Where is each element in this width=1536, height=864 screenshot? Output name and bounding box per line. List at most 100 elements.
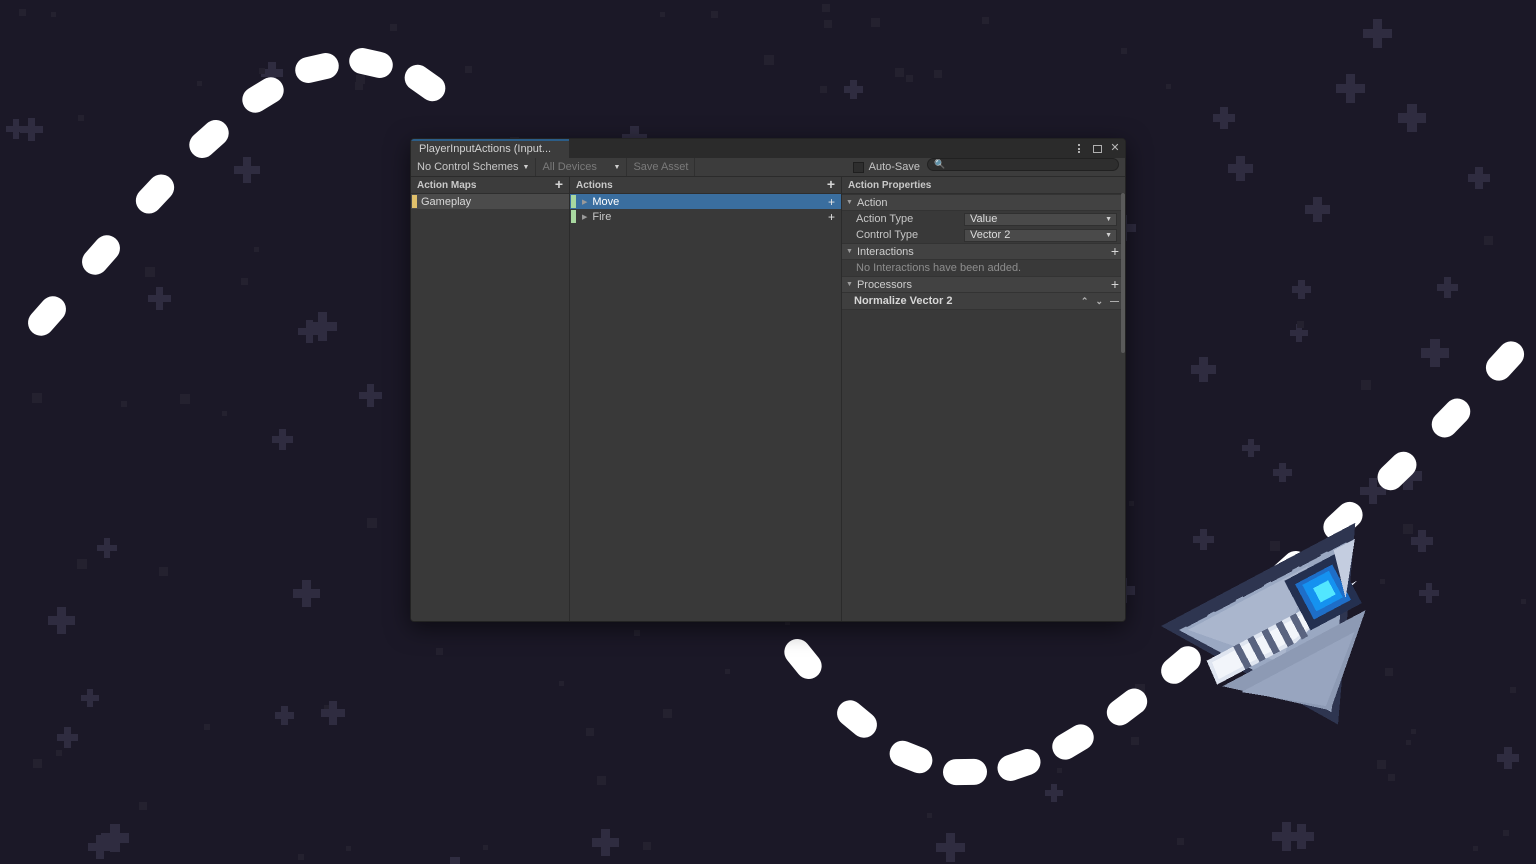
action-properties-title: Action Properties [848, 179, 932, 191]
action-row-fire[interactable]: ▶ Fire + [570, 209, 841, 224]
add-interaction-button[interactable]: + [1111, 244, 1119, 260]
window-menu-button[interactable] [1071, 139, 1087, 158]
trail-dash [1047, 719, 1099, 765]
expand-arrow-icon[interactable]: ▶ [582, 213, 587, 221]
control-schemes-dropdown[interactable]: No Control Schemes ▼ [411, 158, 537, 176]
move-processor-up-button[interactable]: ⌃ [1081, 296, 1089, 306]
star-dot-icon [1121, 48, 1127, 54]
action-row-move[interactable]: ▶ Move + [570, 194, 841, 209]
chevron-down-icon: ▼ [846, 248, 853, 255]
star-dot-icon [663, 709, 672, 718]
window-maximize-button[interactable] [1089, 139, 1105, 158]
chevron-down-icon: ▼ [846, 199, 853, 206]
processor-row-normalize-vector-2[interactable]: Normalize Vector 2 ⌃ ⌄ — [842, 293, 1125, 310]
add-action-button[interactable]: + [827, 177, 835, 193]
expand-arrow-icon[interactable]: ▶ [582, 198, 587, 206]
star-plus-icon [1394, 462, 1422, 490]
move-processor-down-button[interactable]: ⌄ [1095, 296, 1103, 306]
control-type-label: Control Type [856, 229, 919, 241]
trail-dash [292, 50, 342, 86]
auto-save-label: Auto-Save [868, 161, 920, 173]
action-properties-pane: Action Properties ▼ Action Action Type V… [842, 177, 1125, 621]
action-type-dropdown[interactable]: Value ▼ [964, 212, 1117, 226]
trail-dash [831, 695, 883, 744]
star-dot-icon [1135, 684, 1145, 694]
star-dot-icon [934, 70, 942, 78]
add-processor-button[interactable]: + [1111, 277, 1119, 293]
tab-label: PlayerInputActions (Input... [419, 142, 552, 155]
star-dot-icon [822, 4, 830, 12]
interactions-empty-note: No Interactions have been added. [856, 262, 1022, 274]
star-plus-icon [20, 118, 43, 141]
star-dot-icon [1297, 321, 1304, 328]
control-schemes-label: No Control Schemes [417, 161, 519, 173]
toolbar-filler [695, 158, 845, 176]
star-plus-icon [97, 538, 117, 558]
star-plus-icon [1363, 19, 1392, 48]
section-header-interactions[interactable]: ▼ Interactions + [842, 243, 1125, 260]
trail-dash [399, 59, 451, 106]
star-dot-icon [139, 802, 147, 810]
editor-toolbar[interactable]: No Control Schemes ▼ All Devices ▼ Save … [411, 158, 1125, 177]
action-maps-title: Action Maps [417, 179, 477, 191]
action-type-value: Value [970, 213, 998, 225]
star-plus-icon [1228, 156, 1253, 181]
star-plus-icon [1398, 104, 1426, 132]
star-dot-icon [1177, 838, 1184, 845]
save-asset-button[interactable]: Save Asset [627, 158, 696, 176]
auto-save-toggle[interactable]: Auto-Save [846, 158, 927, 176]
star-dot-icon [436, 648, 443, 655]
star-plus-icon [57, 727, 78, 748]
star-dot-icon [259, 68, 265, 74]
star-dot-icon [254, 247, 259, 252]
section-title: Action [856, 196, 888, 209]
star-dot-icon [121, 401, 127, 407]
maximize-icon [1092, 144, 1102, 153]
chevron-down-icon: ▼ [522, 163, 530, 171]
star-dot-icon [1473, 846, 1478, 851]
star-dot-icon [356, 75, 365, 84]
auto-save-checkbox[interactable] [852, 161, 864, 173]
search-icon: 🔍 [934, 159, 946, 169]
unity-input-actions-window[interactable]: PlayerInputActions (Input... ✕ No Contro… [410, 138, 1126, 622]
trail-dash [1480, 335, 1530, 386]
add-binding-button[interactable]: + [828, 211, 835, 223]
star-dot-icon [1057, 768, 1062, 773]
star-plus-icon [275, 706, 294, 725]
close-icon: ✕ [1110, 142, 1120, 154]
trail-dash [346, 45, 396, 81]
star-dot-icon [51, 12, 56, 17]
star-plus-icon [936, 833, 965, 862]
tab-player-input-actions[interactable]: PlayerInputActions (Input... [411, 139, 569, 158]
star-plus-icon [1497, 747, 1519, 769]
window-titlebar[interactable]: PlayerInputActions (Input... ✕ [411, 139, 1125, 158]
kebab-icon [1078, 144, 1080, 153]
screen-root: PlayerInputActions (Input... ✕ No Contro… [0, 0, 1536, 864]
star-dot-icon [1063, 737, 1070, 744]
window-close-button[interactable]: ✕ [1107, 139, 1123, 158]
properties-scrollbar[interactable] [1121, 193, 1125, 353]
search-input[interactable]: 🔍 [927, 158, 1119, 171]
add-action-map-button[interactable]: + [555, 177, 563, 193]
trail-dash [130, 169, 180, 220]
action-map-row-gameplay[interactable]: Gameplay [411, 194, 569, 209]
star-dot-icon [824, 20, 832, 28]
section-header-action[interactable]: ▼ Action [842, 194, 1125, 211]
star-dot-icon [33, 759, 42, 768]
star-dot-icon [78, 115, 84, 121]
action-map-label: Gameplay [421, 195, 472, 208]
devices-dropdown[interactable]: All Devices ▼ [536, 158, 628, 176]
section-header-processors[interactable]: ▼ Processors + [842, 276, 1125, 293]
star-dot-icon [367, 518, 377, 528]
section-title: Processors [856, 278, 912, 291]
star-plus-icon [81, 689, 99, 707]
star-plus-icon [1421, 339, 1449, 367]
action-label: Move [592, 195, 620, 208]
star-dot-icon [906, 75, 913, 82]
add-binding-button[interactable]: + [828, 196, 835, 208]
trail-dash [993, 745, 1045, 785]
trail-dash [942, 758, 988, 785]
star-dot-icon [634, 630, 640, 636]
remove-processor-button[interactable]: — [1110, 296, 1119, 306]
control-type-dropdown[interactable]: Vector 2 ▼ [964, 228, 1117, 242]
